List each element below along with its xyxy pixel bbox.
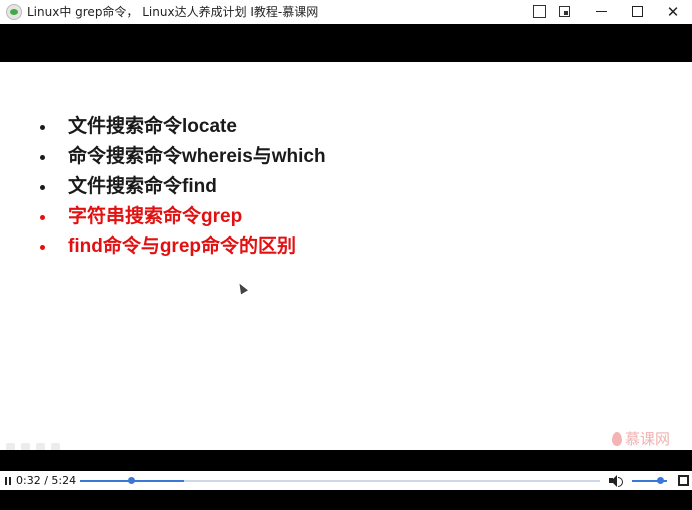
imooc-flame-icon <box>612 432 622 446</box>
bullet-dot-icon <box>40 245 45 250</box>
pin-button[interactable] <box>528 0 554 24</box>
maximize-icon <box>632 6 643 17</box>
fullscreen-icon[interactable] <box>678 475 689 486</box>
progress-handle[interactable] <box>128 477 136 484</box>
bullet-text: find命令与grep命令的区别 <box>68 236 296 257</box>
watermark: 慕课网 <box>612 428 670 449</box>
bullet-dot-icon <box>40 155 45 160</box>
player-controls: 0:32 / 5:24 <box>0 471 692 490</box>
mouse-cursor-icon <box>236 281 248 295</box>
progress-bar[interactable] <box>80 477 600 484</box>
bullet-text: 字符串搜索命令grep <box>68 206 243 227</box>
title-bar: Linux中 grep命令， Linux达人养成计划 I教程-慕课网 ✕ <box>0 0 692 24</box>
app-logo-icon <box>6 4 22 20</box>
volume-icon[interactable] <box>609 475 623 487</box>
time-display: 0:32 / 5:24 <box>16 474 77 487</box>
video-letterbox-bottom <box>0 450 692 471</box>
bullet-text: 文件搜索命令locate <box>68 116 237 137</box>
bullet-dot-icon <box>40 215 45 220</box>
video-frame[interactable]: 文件搜索命令locate 命令搜索命令whereis与which 文件搜索命令f… <box>0 62 692 451</box>
watermark-text: 慕课网 <box>625 430 671 448</box>
window-bottom-edge <box>0 490 692 510</box>
volume-slider[interactable] <box>632 477 667 484</box>
faded-toolbar <box>6 436 66 451</box>
close-icon: ✕ <box>666 3 680 21</box>
window-title: Linux中 grep命令， Linux达人养成计划 I教程-慕课网 <box>27 5 319 19</box>
close-button[interactable]: ✕ <box>660 0 686 24</box>
volume-handle[interactable] <box>657 477 664 484</box>
mini-player-button[interactable] <box>553 0 579 24</box>
bullet-dot-icon <box>40 125 45 130</box>
bullet-text: 命令搜索命令whereis与which <box>68 146 326 167</box>
minimize-icon <box>596 11 607 12</box>
video-letterbox-top <box>0 24 692 62</box>
maximize-button[interactable] <box>624 0 650 24</box>
pause-icon[interactable] <box>5 477 11 485</box>
bullet-text: 文件搜索命令find <box>68 176 217 197</box>
mini-player-icon <box>559 6 570 17</box>
minimize-button[interactable] <box>588 0 614 24</box>
bullet-dot-icon <box>40 185 45 190</box>
pin-icon <box>533 5 546 18</box>
